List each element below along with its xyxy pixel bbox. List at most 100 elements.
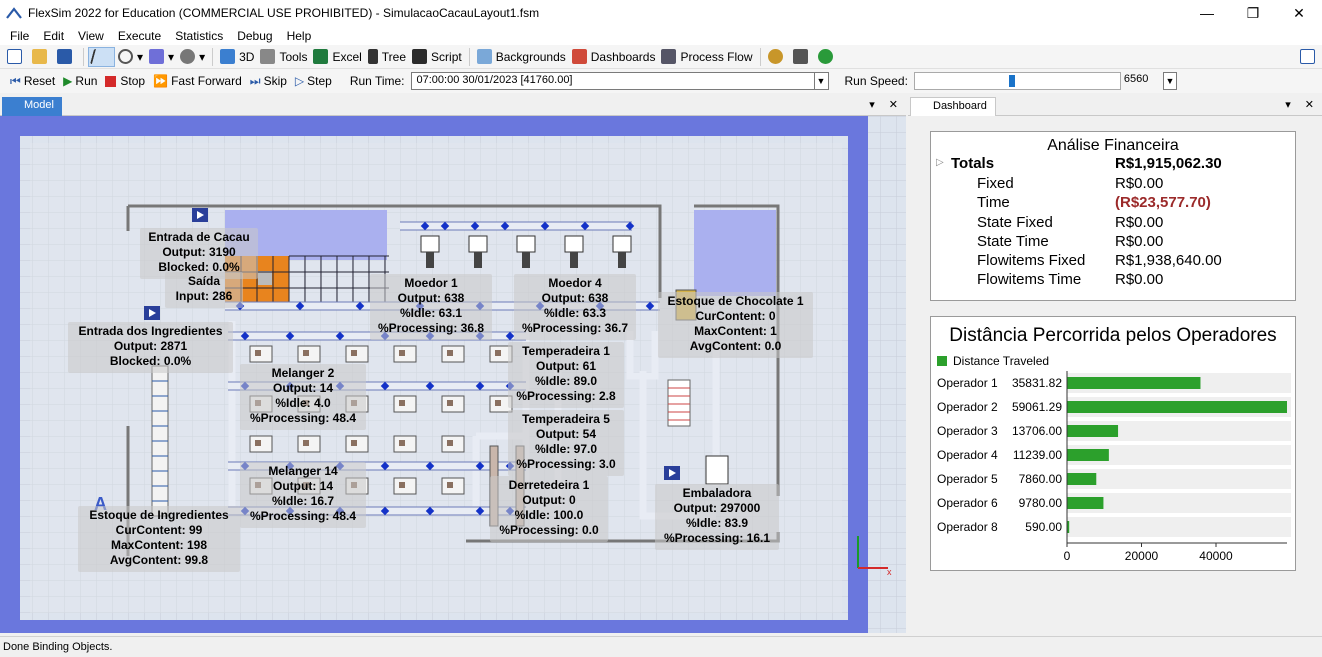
gear-icon xyxy=(767,49,783,64)
menu-debug[interactable]: Debug xyxy=(230,29,279,43)
open-model-button[interactable] xyxy=(29,47,54,67)
grinder xyxy=(420,235,440,253)
object-mode-button[interactable]: ▾ xyxy=(146,47,177,67)
new-model-button[interactable] xyxy=(4,47,29,67)
melanger-bowl xyxy=(399,440,405,446)
bar-value-label: 59061.29 xyxy=(1012,400,1062,414)
excel-button[interactable]: Excel xyxy=(310,47,364,67)
stop-button[interactable]: Stop xyxy=(101,71,149,91)
new-file-icon xyxy=(7,49,22,64)
menu-view[interactable]: View xyxy=(71,29,111,43)
process-flow-button[interactable]: Process Flow xyxy=(658,47,755,67)
finance-row-totals[interactable]: ▷ Totals R$1,915,062.30 xyxy=(931,155,1295,175)
run-speed-dropdown[interactable]: ▼ xyxy=(1162,72,1177,90)
expand-triangle-icon[interactable]: ▷ xyxy=(936,157,944,168)
dashboards-icon xyxy=(571,49,587,64)
help-button[interactable] xyxy=(815,47,840,67)
window-title: FlexSim 2022 for Education (COMMERCIAL U… xyxy=(28,6,540,20)
step-button[interactable]: ▷ Step xyxy=(291,71,336,91)
distance-bar xyxy=(1067,449,1109,461)
excel-label: Excel xyxy=(332,49,362,64)
maximize-button[interactable]: ❐ xyxy=(1230,0,1276,26)
chevron-down-icon[interactable]: ▾ xyxy=(869,98,875,111)
run-speed-value[interactable]: 6560 xyxy=(1121,72,1163,90)
menu-edit[interactable]: Edit xyxy=(36,29,71,43)
reset-button[interactable]: ⏮ Reset xyxy=(6,71,59,91)
skip-button[interactable]: ⏭ Skip xyxy=(246,71,291,91)
close-icon[interactable]: ✕ xyxy=(1305,98,1314,111)
distance-chart-widget[interactable]: Distância Percorrida pelos Operadores Di… xyxy=(930,316,1296,571)
fast-forward-button[interactable]: ⏩ Fast Forward xyxy=(149,71,246,91)
finance-row-fixed: Fixed R$0.00 xyxy=(931,175,1295,195)
tab-model[interactable]: Model xyxy=(2,97,62,116)
finance-label: Totals xyxy=(951,155,995,172)
chevron-down-icon[interactable]: ▾ xyxy=(1285,98,1291,111)
tools-icon xyxy=(260,49,276,64)
tab-dashboard[interactable]: Dashboard xyxy=(910,97,996,116)
menu-execute[interactable]: Execute xyxy=(111,29,168,43)
finance-label: Fixed xyxy=(977,175,1014,192)
stat-label-text: Output: 2871 xyxy=(114,339,188,353)
finance-row-flowitems-time: Flowitems Time R$0.00 xyxy=(931,271,1295,291)
layout-button[interactable] xyxy=(790,47,815,67)
menu-help[interactable]: Help xyxy=(280,29,319,43)
stat-label-text: Blocked: 0.0% xyxy=(110,354,192,368)
dashboards-button[interactable]: Dashboards xyxy=(569,47,659,67)
tab-model-label: Model xyxy=(24,99,54,111)
script-icon xyxy=(412,49,428,64)
bar-value-label: 9780.00 xyxy=(1019,496,1063,510)
melanger-bowl xyxy=(447,400,453,406)
close-button[interactable]: ✕ xyxy=(1276,0,1322,26)
run-speed-slider[interactable] xyxy=(913,72,1121,90)
step-icon: ▷ xyxy=(294,74,305,88)
stat-label-text: Embaladora xyxy=(683,486,752,500)
select-mode-button[interactable] xyxy=(88,46,115,67)
tools-label: Tools xyxy=(279,49,308,64)
stat-label-text: Moedor 4 xyxy=(548,276,602,290)
status-bar: Done Binding Objects. xyxy=(0,636,1322,657)
close-icon[interactable]: ✕ xyxy=(889,98,898,111)
tree-button[interactable]: Tree xyxy=(365,47,409,67)
title-bar: FlexSim 2022 for Education (COMMERCIAL U… xyxy=(0,0,1322,26)
settings-button[interactable] xyxy=(765,47,790,67)
menu-file[interactable]: File xyxy=(3,29,36,43)
stat-label-text: %Idle: 63.1 xyxy=(400,306,462,320)
stat-label-text: %Idle: 89.0 xyxy=(535,374,597,388)
melanger-bowl xyxy=(495,400,501,406)
menu-statistics[interactable]: Statistics xyxy=(168,29,230,43)
stat-label-text: Input: 286 xyxy=(176,289,233,303)
save-model-button[interactable] xyxy=(54,47,79,67)
finance-value: R$1,915,062.30 xyxy=(1115,155,1222,172)
melanger-bowl xyxy=(447,440,453,446)
finance-label: Time xyxy=(977,194,1010,211)
stat-label-text: Saída xyxy=(188,274,220,288)
stat-label-text: %Processing: 36.8 xyxy=(378,321,484,335)
panel-toggle-button[interactable] xyxy=(1297,47,1322,67)
run-time-dropdown[interactable]: ▼ xyxy=(814,72,829,90)
script-button[interactable]: Script xyxy=(409,47,465,67)
3d-button[interactable]: 3D xyxy=(217,47,257,67)
run-time-field[interactable]: 07:00:00 30/01/2023 [41760.00] xyxy=(410,72,815,90)
stat-label-text: Output: 297000 xyxy=(674,501,761,515)
draw-mode-button[interactable]: ▾ xyxy=(177,47,208,67)
stat-label-text: %Processing: 0.0 xyxy=(499,523,599,537)
run-speed-slider-thumb[interactable] xyxy=(1008,75,1015,87)
model-view-panel: Model ▾ ✕ A x Entrada de Cacau Output: 3… xyxy=(0,94,906,633)
stat-label-text: Blocked: 0.0% xyxy=(158,260,240,274)
bar-value-label: 11239.00 xyxy=(1013,448,1062,462)
model-3d-canvas[interactable]: A x Entrada de Cacau Output: 3190 Blocked:… xyxy=(0,116,906,633)
melanger-bowl xyxy=(399,400,405,406)
finance-value: R$0.00 xyxy=(1115,214,1164,231)
backgrounds-button[interactable]: Backgrounds xyxy=(474,47,569,67)
connect-mode-button[interactable]: ▾ xyxy=(115,47,146,67)
stat-label-text: Temperadeira 1 xyxy=(522,344,610,358)
financial-analysis-widget[interactable]: Análise Financeira ▷ Totals R$1,915,062.… xyxy=(930,131,1296,301)
distance-bar xyxy=(1067,473,1097,485)
melanger-bowl xyxy=(447,482,453,488)
backgrounds-icon xyxy=(476,49,492,64)
connect-icon xyxy=(118,49,133,64)
minimize-button[interactable]: — xyxy=(1184,0,1230,26)
run-button[interactable]: ▶ Run xyxy=(59,71,101,91)
stat-label-text: %Processing: 2.8 xyxy=(516,389,616,403)
tools-button[interactable]: Tools xyxy=(257,47,310,67)
